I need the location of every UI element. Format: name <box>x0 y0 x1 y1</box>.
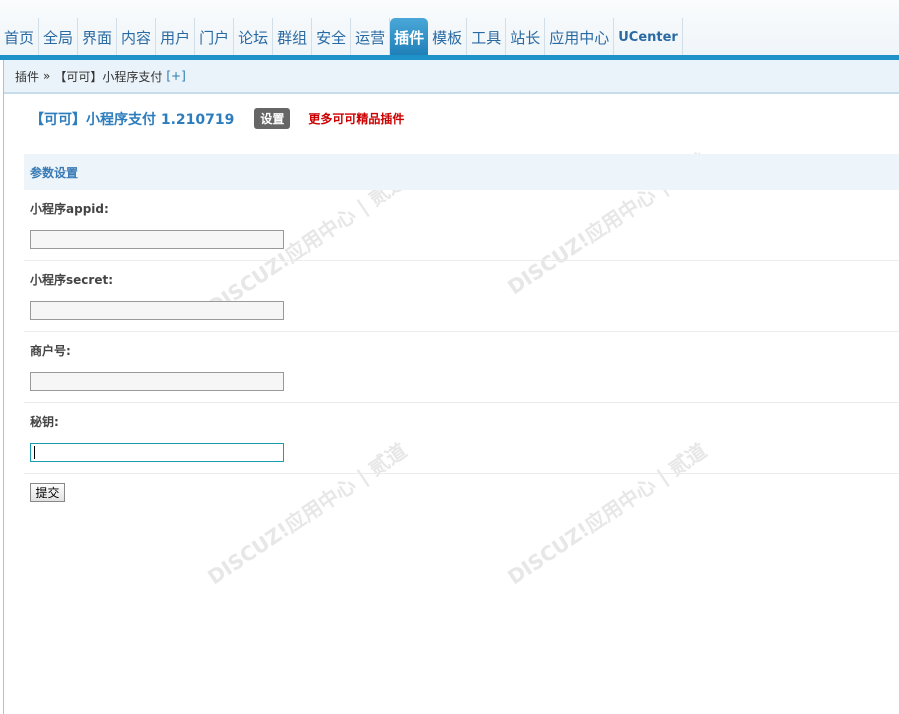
divider <box>24 331 899 332</box>
secret-label: 小程序secret: <box>30 273 113 287</box>
nav-users[interactable]: 用户 <box>156 18 196 56</box>
secret-key-input[interactable] <box>30 443 284 462</box>
breadcrumb-separator: » <box>43 69 51 83</box>
text-caret <box>34 446 35 459</box>
breadcrumb: 插件 » 【可可】小程序支付 [+] <box>4 60 899 94</box>
top-navigation-bar: 首页 全局 界面 内容 用户 门户 论坛 群组 安全 运营 插件 模板 工具 站… <box>0 0 899 60</box>
nav-app-center[interactable]: 应用中心 <box>545 18 615 56</box>
watermark: DISCUZ!应用中心 | 贰道 <box>503 438 711 590</box>
nav-templates[interactable]: 模板 <box>428 18 468 56</box>
breadcrumb-current: 【可可】小程序支付 <box>54 69 163 84</box>
breadcrumb-plugins[interactable]: 插件 <box>15 68 39 85</box>
secret-key-label: 秘钥: <box>30 415 59 429</box>
nav-portal[interactable]: 门户 <box>195 18 235 56</box>
nav-ucenter[interactable]: UCenter <box>614 18 683 56</box>
more-plugins-link[interactable]: 更多可可精品插件 <box>308 110 404 127</box>
nav-home[interactable]: 首页 <box>0 18 40 56</box>
nav-admin[interactable]: 站长 <box>506 18 546 56</box>
appid-input[interactable] <box>30 230 284 249</box>
submit-button[interactable]: 提交 <box>30 483 65 502</box>
plugin-header: 【可可】小程序支付 1.210719 设置 更多可可精品插件 <box>30 108 404 129</box>
section-title: 参数设置 <box>30 165 79 180</box>
nav-forum[interactable]: 论坛 <box>234 18 274 56</box>
nav-tools[interactable]: 工具 <box>467 18 507 56</box>
section-header: 参数设置 <box>24 154 899 190</box>
nav-interface[interactable]: 界面 <box>78 18 118 56</box>
nav-plugins[interactable]: 插件 <box>390 18 429 56</box>
add-shortcut-link[interactable]: [+] <box>166 69 185 83</box>
nav-global[interactable]: 全局 <box>39 18 79 56</box>
plugin-title: 【可可】小程序支付 1.210719 <box>30 111 235 128</box>
merchant-id-label: 商户号: <box>30 344 71 358</box>
secret-input[interactable] <box>30 301 284 320</box>
appid-label: 小程序appid: <box>30 202 109 216</box>
merchant-id-input[interactable] <box>30 372 284 391</box>
main-nav: 首页 全局 界面 内容 用户 门户 论坛 群组 安全 运营 插件 模板 工具 站… <box>0 16 683 56</box>
divider <box>24 402 899 403</box>
left-border <box>3 60 4 714</box>
nav-operations[interactable]: 运营 <box>351 18 391 56</box>
settings-button[interactable]: 设置 <box>254 108 291 129</box>
nav-content[interactable]: 内容 <box>117 18 157 56</box>
divider <box>24 473 899 474</box>
nav-groups[interactable]: 群组 <box>273 18 313 56</box>
nav-security[interactable]: 安全 <box>312 18 352 56</box>
divider <box>24 260 899 261</box>
